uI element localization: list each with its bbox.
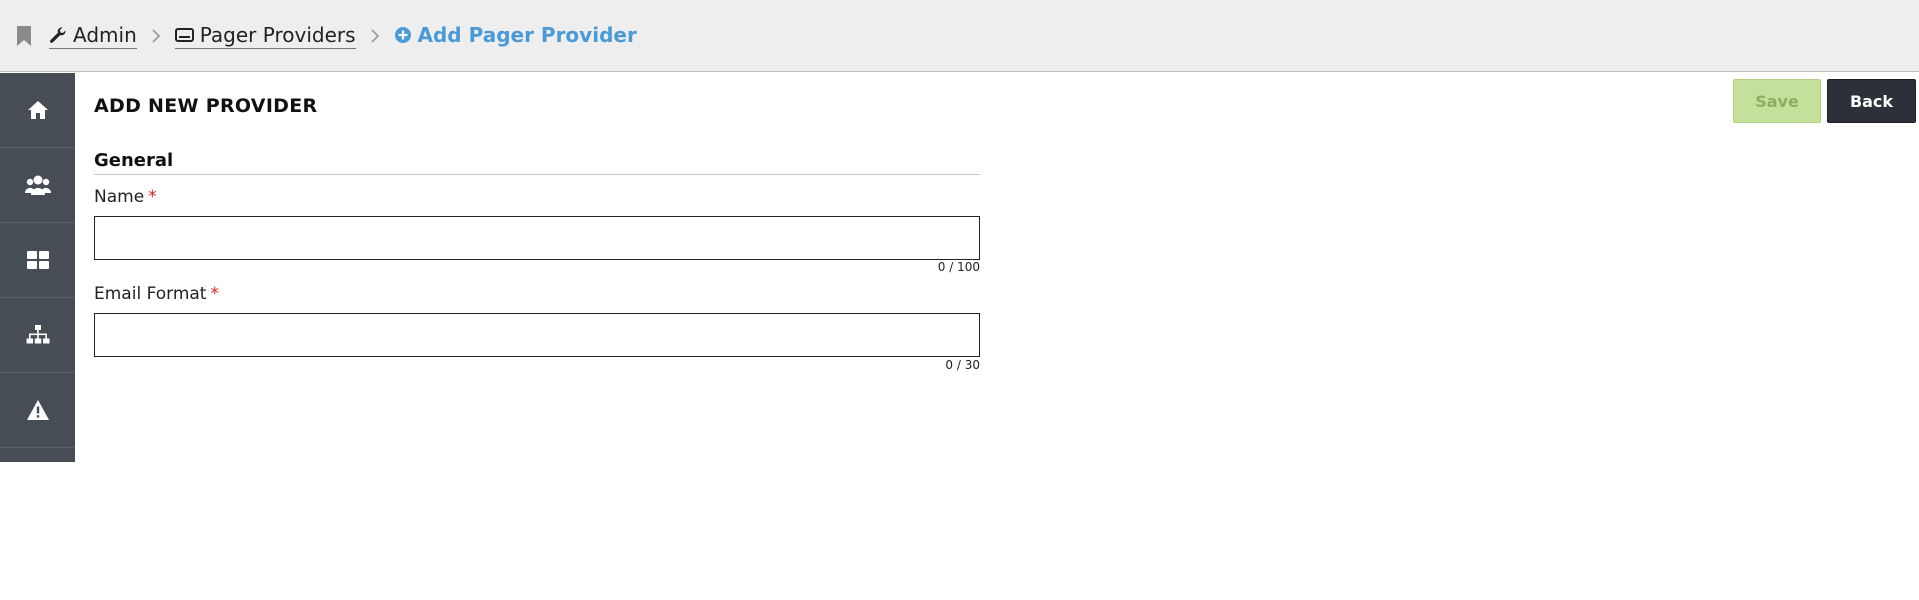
breadcrumb-admin-label: Admin	[73, 22, 137, 47]
breadcrumb-pager-providers-label: Pager Providers	[199, 22, 356, 47]
name-char-counter: 0 / 100	[937, 260, 980, 274]
required-mark: *	[210, 284, 219, 304]
breadcrumb-add-pager-provider: Add Pager Provider	[394, 23, 637, 48]
back-button[interactable]: Back	[1827, 79, 1916, 123]
sitemap-icon	[26, 325, 49, 344]
wrench-icon	[50, 26, 66, 43]
chevron-right-icon	[151, 28, 161, 43]
sidebar-item-alerts[interactable]	[0, 373, 75, 448]
bookmark-icon[interactable]	[16, 25, 32, 47]
chevron-right-icon	[370, 28, 380, 43]
section-general: General	[94, 150, 980, 175]
sidebar	[0, 73, 75, 462]
home-icon	[27, 101, 48, 119]
name-input[interactable]	[94, 216, 980, 260]
dashboard-grid-icon	[26, 251, 49, 269]
breadcrumb-add-pager-provider-label: Add Pager Provider	[417, 23, 637, 47]
page-title: ADD NEW PROVIDER	[94, 95, 318, 117]
breadcrumb-pager-providers[interactable]: Pager Providers	[174, 22, 356, 49]
name-label: Name *	[94, 187, 157, 207]
save-button[interactable]: Save	[1733, 79, 1821, 123]
email-format-label: Email Format *	[94, 284, 219, 304]
required-mark: *	[148, 187, 157, 207]
email-format-label-text: Email Format	[94, 284, 207, 304]
sidebar-item-dashboard[interactable]	[0, 223, 75, 298]
email-format-char-counter: 0 / 30	[945, 358, 980, 372]
breadcrumb-bar: Admin Pager Providers Add Pager Provider	[0, 0, 1919, 72]
sidebar-item-users[interactable]	[0, 148, 75, 223]
email-format-input[interactable]	[94, 313, 980, 357]
plus-circle-icon	[394, 27, 411, 43]
breadcrumb-admin[interactable]: Admin	[49, 23, 137, 49]
section-title: General	[94, 150, 174, 171]
sidebar-item-sitemap[interactable]	[0, 298, 75, 373]
warning-icon	[26, 400, 49, 420]
users-icon	[24, 175, 51, 195]
sidebar-item-home[interactable]	[0, 73, 75, 148]
pager-icon	[174, 27, 194, 42]
name-label-text: Name	[94, 187, 145, 207]
